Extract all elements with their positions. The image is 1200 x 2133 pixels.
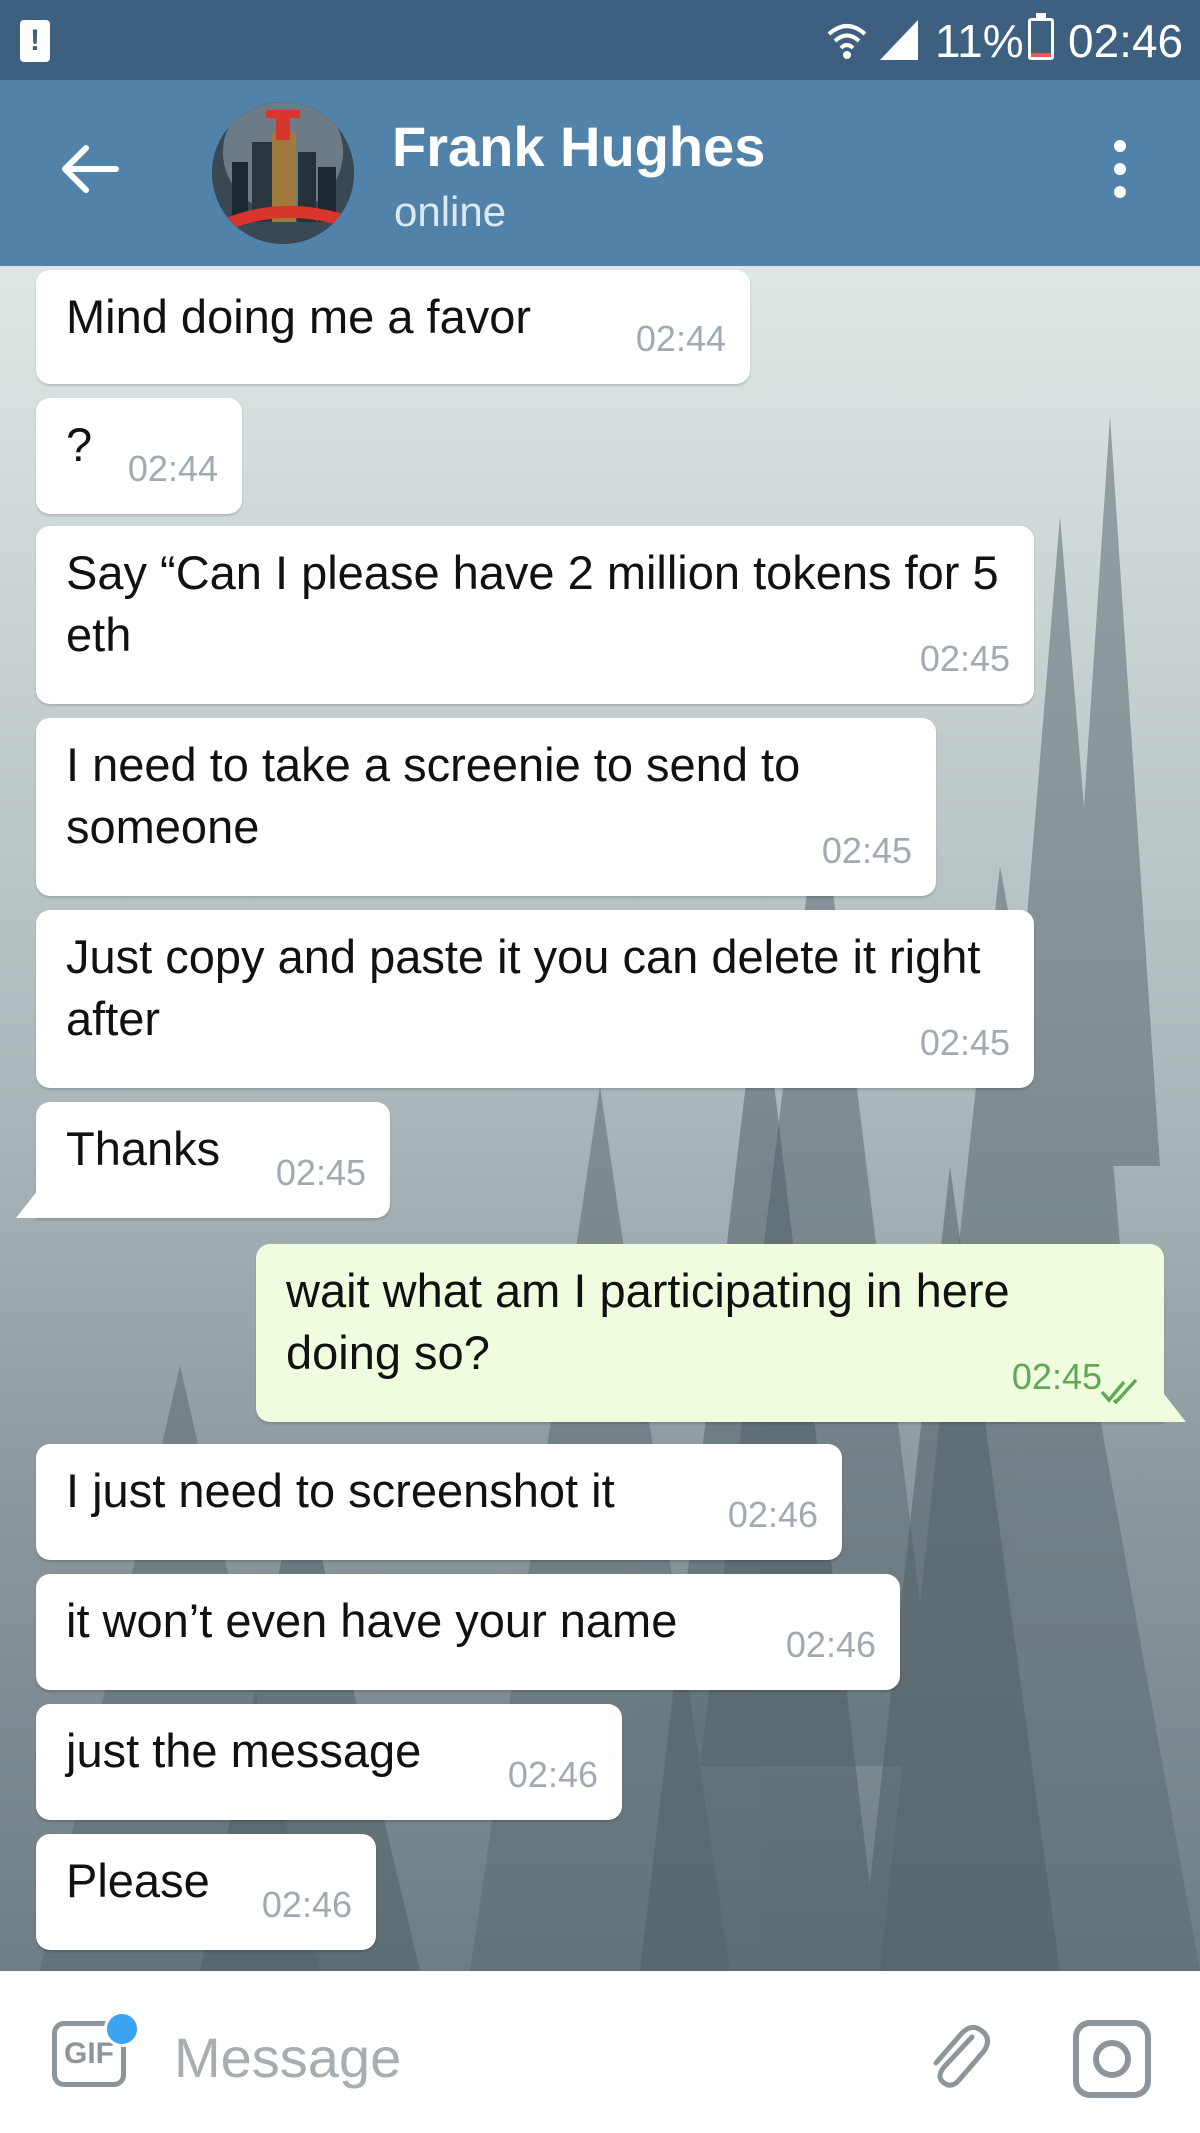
message-time: 02:45: [821, 830, 912, 871]
signal-icon: [880, 20, 918, 60]
message-time: 02:46: [785, 1624, 876, 1665]
message-bubble[interactable]: Please 02:46: [36, 1834, 376, 1950]
wifi-icon: [827, 24, 867, 59]
message-input[interactable]: [172, 2011, 876, 2103]
contact-status: online: [394, 188, 507, 235]
message-time: 02:45: [275, 1152, 366, 1193]
message-time: 02:45: [919, 638, 1010, 679]
battery-percentage: 11%: [935, 15, 1024, 67]
message-bubble[interactable]: ? 02:44: [36, 398, 242, 514]
message-time: 02:44: [635, 318, 726, 359]
warning-icon: !: [20, 20, 50, 62]
message-time: 02:46: [507, 1754, 598, 1795]
message-bubble[interactable]: Say “Can I please have 2 million tokens …: [36, 526, 1034, 704]
bubble-tail: [1164, 1394, 1186, 1422]
chat-header: Frank Hughes online: [0, 80, 1200, 266]
status-bar: ! 11% 02:46: [0, 0, 1200, 80]
message-text: Thanks: [66, 1122, 221, 1175]
message-text: I need to take a screenie to send to som…: [66, 738, 801, 853]
message-bubble[interactable]: just the message 02:46: [36, 1704, 622, 1820]
message-bubble[interactable]: Mind doing me a favor 02:44: [36, 270, 750, 384]
message-bubble[interactable]: Thanks 02:45: [36, 1102, 390, 1218]
double-check-icon: [1100, 1378, 1138, 1404]
message-text: wait what am I participating in here doi…: [286, 1264, 1010, 1379]
battery-icon: [1028, 13, 1054, 60]
message-text: ?: [66, 418, 93, 471]
message-bubble[interactable]: Just copy and paste it you can delete it…: [36, 910, 1034, 1088]
contact-name[interactable]: Frank Hughes: [392, 114, 765, 179]
message-text: I just need to screenshot it: [66, 1464, 615, 1517]
message-text: Say “Can I please have 2 million tokens …: [66, 546, 999, 661]
message-bubble[interactable]: it won’t even have your name 02:46: [36, 1574, 900, 1690]
camera-icon[interactable]: [1072, 2019, 1152, 2099]
paperclip-icon[interactable]: [920, 2017, 994, 2091]
status-clock: 02:46: [1068, 15, 1184, 67]
message-time: 02:46: [727, 1494, 818, 1535]
message-bubble[interactable]: I just need to screenshot it 02:46: [36, 1444, 842, 1560]
message-text: just the message: [66, 1724, 422, 1777]
avatar-image: [212, 102, 354, 244]
message-text: it won’t even have your name: [66, 1594, 678, 1647]
message-time: 02:44: [127, 448, 218, 489]
message-bubble-outgoing[interactable]: wait what am I participating in here doi…: [256, 1244, 1164, 1422]
more-vertical-icon[interactable]: [1105, 140, 1135, 206]
message-text: Mind doing me a favor: [66, 290, 532, 343]
message-input-bar: GIF: [0, 1971, 1200, 2133]
message-bubble[interactable]: I need to take a screenie to send to som…: [36, 718, 936, 896]
back-arrow-icon[interactable]: [56, 136, 122, 202]
contact-avatar[interactable]: [212, 102, 354, 244]
notification-dot: [104, 2011, 140, 2047]
chat-message-list[interactable]: Mind doing me a favor 02:44 ? 02:44 Say …: [0, 266, 1200, 1971]
message-time: 02:45: [919, 1022, 1010, 1063]
message-time: 02:46: [261, 1884, 352, 1925]
message-text: Just copy and paste it you can delete it…: [66, 930, 981, 1045]
message-time: 02:45: [1011, 1356, 1102, 1397]
message-text: Please: [66, 1854, 210, 1907]
bubble-tail: [16, 1190, 38, 1218]
